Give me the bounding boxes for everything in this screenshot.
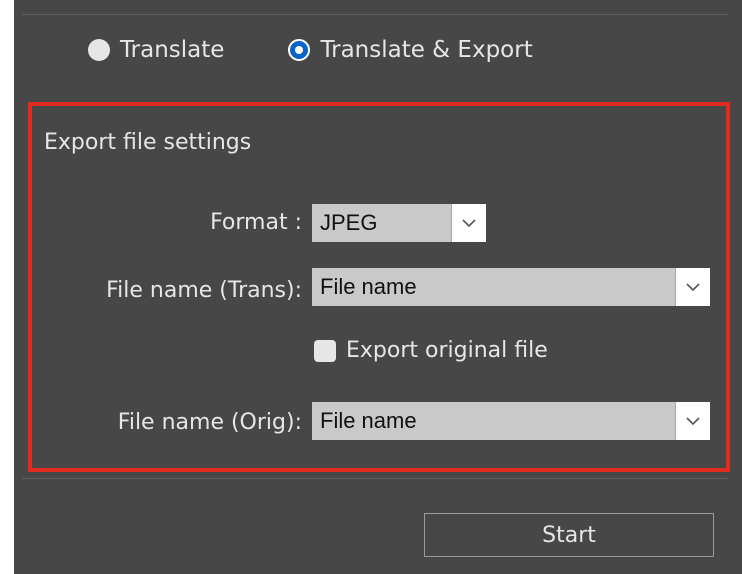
export-original-checkbox[interactable] bbox=[314, 339, 336, 362]
orig-name-select-value: File name bbox=[320, 408, 417, 433]
chevron-down-icon[interactable] bbox=[675, 402, 710, 440]
export-original-label: Export original file bbox=[346, 338, 548, 363]
mode-radio-group: Translate Translate & Export bbox=[88, 37, 533, 63]
top-divider bbox=[22, 14, 728, 15]
export-settings-title: Export file settings bbox=[44, 130, 252, 155]
orig-name-label: File name (Orig): bbox=[117, 410, 302, 435]
format-select-value: JPEG bbox=[320, 210, 378, 235]
radio-translate-export[interactable]: Translate & Export bbox=[288, 37, 533, 63]
trans-name-select-value: File name bbox=[320, 274, 417, 299]
start-button[interactable]: Start bbox=[424, 513, 714, 557]
radio-selected-icon[interactable] bbox=[288, 39, 311, 61]
orig-name-select[interactable]: File name bbox=[312, 402, 710, 440]
format-label: Format : bbox=[210, 210, 302, 235]
chevron-down-icon[interactable] bbox=[675, 268, 710, 306]
format-select[interactable]: JPEG bbox=[312, 204, 486, 242]
export-original-option[interactable]: Export original file bbox=[314, 338, 548, 363]
chevron-down-icon[interactable] bbox=[451, 204, 486, 242]
trans-name-label: File name (Trans): bbox=[106, 278, 302, 303]
bottom-divider bbox=[22, 478, 728, 479]
radio-translate-export-label: Translate & Export bbox=[320, 37, 533, 63]
trans-name-select[interactable]: File name bbox=[312, 268, 710, 306]
radio-unselected-icon[interactable] bbox=[88, 39, 110, 61]
radio-translate[interactable]: Translate bbox=[88, 37, 224, 63]
radio-translate-label: Translate bbox=[120, 37, 225, 63]
